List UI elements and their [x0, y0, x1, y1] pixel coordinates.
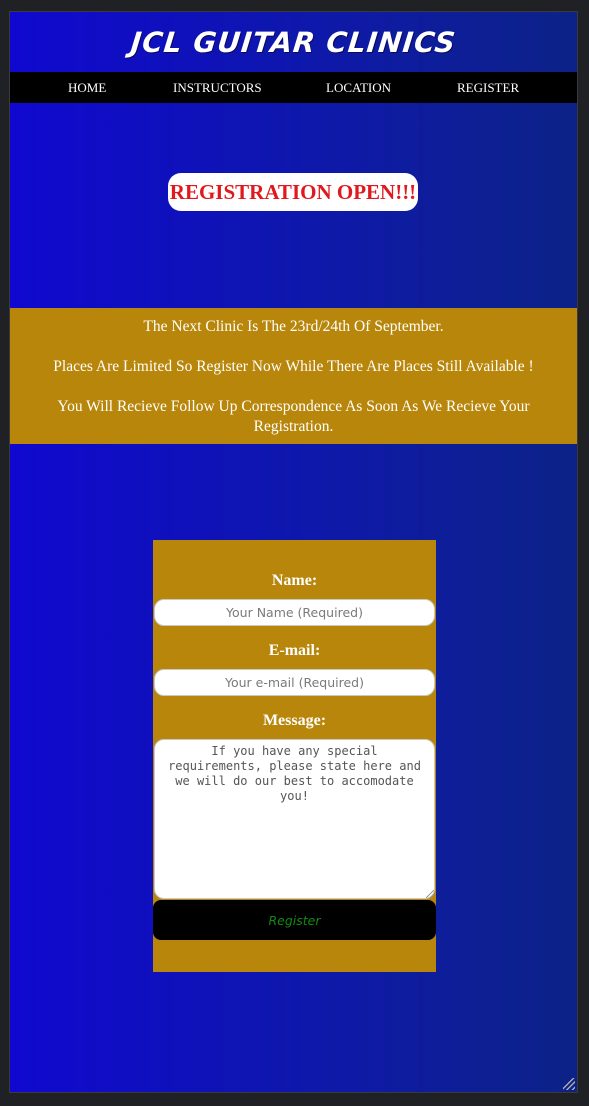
clinic-info-panel: The Next Clinic Is The 23rd/24th Of Sept…	[10, 308, 577, 444]
info-follow-up: You Will Recieve Follow Up Correspondenc…	[57, 398, 530, 435]
register-button[interactable]: Register	[153, 900, 436, 940]
name-input[interactable]	[154, 599, 435, 626]
name-label: Name:	[271, 572, 318, 589]
email-input[interactable]	[154, 669, 435, 696]
info-places-limited: Places Are Limited So Register Now While…	[53, 358, 534, 375]
registration-banner: REGISTRATION OPEN!!!	[168, 173, 418, 211]
message-label: Message:	[262, 712, 327, 729]
page-frame: JCL GUITAR CLINICS HOME INSTRUCTORS LOCA…	[9, 11, 578, 1093]
message-textarea[interactable]	[154, 739, 435, 899]
nav-register-link[interactable]: REGISTER	[457, 72, 519, 103]
email-label: E-mail:	[268, 642, 321, 659]
nav-home-link[interactable]: HOME	[68, 72, 106, 103]
nav-instructors-link[interactable]: INSTRUCTORS	[173, 72, 262, 103]
registration-form: Name: E-mail: Message: Register	[153, 540, 436, 972]
main-nav: HOME INSTRUCTORS LOCATION REGISTER	[10, 72, 577, 103]
nav-location-link[interactable]: LOCATION	[326, 72, 391, 103]
textarea-resize-handle[interactable]	[426, 890, 434, 898]
info-next-clinic: The Next Clinic Is The 23rd/24th Of Sept…	[143, 318, 444, 335]
window-resize-handle[interactable]	[563, 1078, 575, 1090]
site-logo[interactable]: JCL GUITAR CLINICS	[10, 12, 577, 72]
registration-banner-text: REGISTRATION OPEN!!!	[169, 179, 417, 204]
